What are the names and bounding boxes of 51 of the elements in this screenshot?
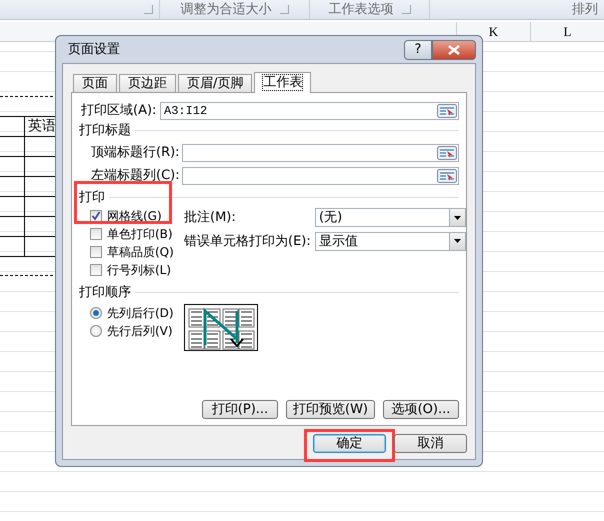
panel-button[interactable]: 打印(P)... xyxy=(202,400,278,419)
checkbox[interactable] xyxy=(90,210,102,222)
panel-button[interactable]: 打印预览(W) xyxy=(286,400,375,419)
radio-button[interactable] xyxy=(90,325,102,337)
cancel-button[interactable]: 取消 xyxy=(394,434,467,453)
input-field[interactable] xyxy=(182,144,459,162)
dialog-launcher-icon[interactable] xyxy=(280,5,288,14)
field-label: 左端标题列(C): xyxy=(90,166,181,185)
dialog-launcher-icon[interactable] xyxy=(402,5,410,14)
table-cell: 英语 xyxy=(28,117,56,135)
checkbox-label: 草稿品质(Q) xyxy=(107,244,174,261)
input-field[interactable] xyxy=(182,166,459,184)
tab[interactable]: 工作表 xyxy=(254,72,312,93)
collapse-dialog-icon[interactable] xyxy=(437,168,457,182)
field-label: 打印区域(A): xyxy=(80,102,158,120)
checkbox-label: 单色打印(B) xyxy=(107,226,173,243)
radio-label: 先列后行(D) xyxy=(107,305,174,322)
section-heading: 打印标题 xyxy=(79,122,131,140)
close-icon xyxy=(447,44,461,54)
help-button[interactable]: ? xyxy=(404,40,432,60)
dropdown-arrow-icon xyxy=(454,239,461,244)
ok-button[interactable]: 确定 xyxy=(313,434,386,453)
dropdown-arrow-icon xyxy=(454,216,461,220)
checkbox[interactable] xyxy=(90,246,102,258)
ribbon-group-label: 排列 xyxy=(572,0,598,19)
panel-button[interactable]: 选项(O)... xyxy=(383,400,459,419)
dropdown[interactable]: (无) xyxy=(315,208,466,228)
field-label: 批注(M): xyxy=(184,209,237,227)
section-heading: 打印顺序 xyxy=(79,284,131,302)
window-title: 页面设置 xyxy=(67,40,120,59)
field-label: 顶端标题行(R): xyxy=(90,144,181,162)
dropdown[interactable]: 显示值 xyxy=(315,232,466,251)
checkbox[interactable] xyxy=(90,264,102,276)
ribbon-group-label: 工作表选项 xyxy=(328,0,394,19)
tab[interactable]: 页面 xyxy=(73,74,117,92)
collapse-dialog-icon[interactable] xyxy=(437,104,457,118)
checkbox-label: 行号列标(L) xyxy=(107,262,172,279)
tab[interactable]: 页边距 xyxy=(119,74,176,92)
close-button[interactable] xyxy=(432,40,476,60)
column-header[interactable]: L xyxy=(530,22,604,41)
ribbon-group-label: 调整为合适大小 xyxy=(180,0,272,19)
radio-label: 先行后列(V) xyxy=(107,323,173,340)
field-label: 错误单元格打印为(E): xyxy=(184,232,312,250)
section-heading: 打印 xyxy=(79,188,105,207)
tab[interactable]: 页眉/页脚 xyxy=(178,74,252,92)
collapse-dialog-icon[interactable] xyxy=(437,146,457,160)
dialog-launcher-icon[interactable] xyxy=(144,5,153,14)
radio-button[interactable] xyxy=(90,307,102,319)
input-field[interactable]: A3:I12 xyxy=(160,102,459,120)
checkbox[interactable] xyxy=(90,228,102,240)
checkbox-label: 网格线(G) xyxy=(107,208,162,225)
